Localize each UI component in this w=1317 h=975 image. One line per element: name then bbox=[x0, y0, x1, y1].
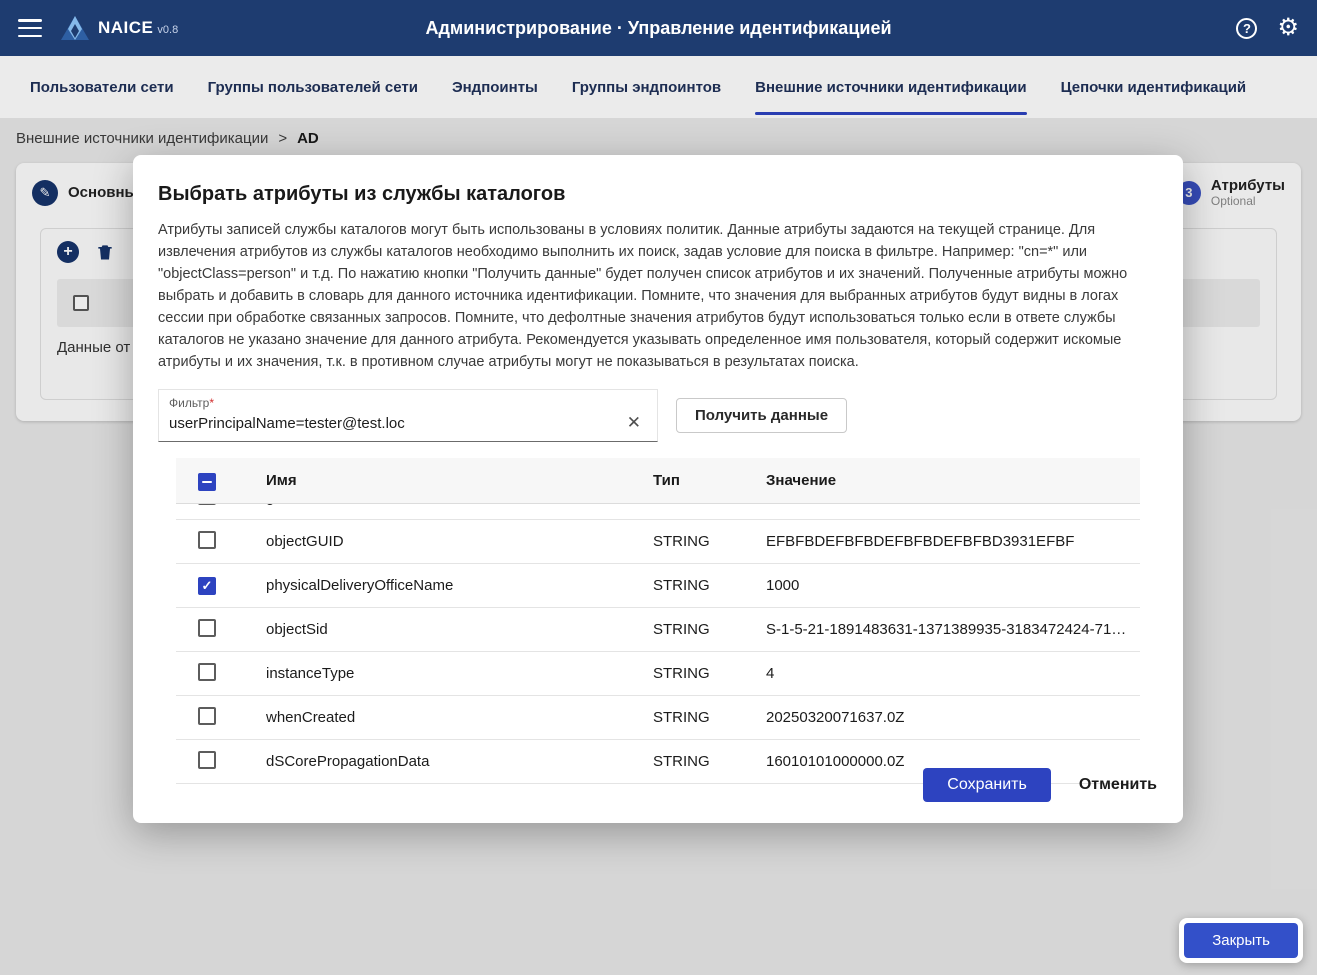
table-row: givenName STRING Tester bbox=[176, 504, 1140, 520]
attr-value: Tester bbox=[766, 504, 1140, 506]
cancel-button[interactable]: Отменить bbox=[1079, 776, 1157, 794]
attributes-table-body[interactable]: givenName STRING Tester objectGUID STRIN… bbox=[176, 504, 1140, 784]
fetch-data-button[interactable]: Получить данные bbox=[676, 398, 847, 433]
dialog-title: Выбрать атрибуты из службы каталогов bbox=[158, 183, 1158, 206]
filter-value[interactable]: userPrincipalName=tester@test.loc bbox=[169, 415, 405, 432]
app-header: NAICE v0.8 Администрирование · Управлени… bbox=[0, 0, 1317, 56]
attr-value: 1000 bbox=[766, 577, 1140, 594]
close-float-container: Закрыть bbox=[1179, 918, 1303, 963]
app-name: NAICE bbox=[98, 18, 153, 38]
table-row: objectSid STRING S-1-5-21-1891483631-137… bbox=[176, 608, 1140, 652]
menu-icon[interactable] bbox=[18, 19, 42, 37]
help-icon[interactable] bbox=[1236, 18, 1257, 39]
attr-name: whenCreated bbox=[266, 709, 653, 726]
attr-name: givenName bbox=[266, 504, 653, 506]
attr-type: STRING bbox=[653, 665, 766, 682]
attr-type: STRING bbox=[653, 621, 766, 638]
row-checkbox[interactable] bbox=[198, 531, 216, 549]
row-checkbox[interactable] bbox=[198, 663, 216, 681]
table-row: whenCreated STRING 20250320071637.0Z bbox=[176, 696, 1140, 740]
attr-type: STRING bbox=[653, 504, 766, 506]
attr-type: STRING bbox=[653, 577, 766, 594]
table-row: physicalDeliveryOfficeName STRING 1000 bbox=[176, 564, 1140, 608]
attr-type: STRING bbox=[653, 533, 766, 550]
attr-value: EFBFBDEFBFBDEFBFBDEFBFBD3931EFBF bbox=[766, 533, 1140, 550]
row-checkbox[interactable] bbox=[198, 707, 216, 725]
row-checkbox[interactable] bbox=[198, 577, 216, 595]
page-title: Администрирование · Управление идентифик… bbox=[0, 18, 1317, 39]
app-brand: NAICE v0.8 bbox=[98, 18, 178, 38]
table-row: objectGUID STRING EFBFBDEFBFBDEFBFBDEFBF… bbox=[176, 520, 1140, 564]
row-checkbox[interactable] bbox=[198, 504, 216, 505]
attr-name: instanceType bbox=[266, 665, 653, 682]
required-asterisk: * bbox=[209, 396, 214, 410]
attr-value: S-1-5-21-1891483631-1371389935-318347242… bbox=[766, 621, 1140, 638]
select-all-checkbox[interactable] bbox=[198, 473, 216, 491]
attr-value: 20250320071637.0Z bbox=[766, 709, 1140, 726]
column-header-value: Значение bbox=[766, 472, 1140, 489]
column-header-type: Тип bbox=[653, 472, 766, 489]
row-checkbox[interactable] bbox=[198, 619, 216, 637]
select-attributes-dialog: Выбрать атрибуты из службы каталогов Атр… bbox=[133, 155, 1183, 823]
attr-name: objectGUID bbox=[266, 533, 653, 550]
attr-name: physicalDeliveryOfficeName bbox=[266, 577, 653, 594]
attr-type: STRING bbox=[653, 709, 766, 726]
table-row: instanceType STRING 4 bbox=[176, 652, 1140, 696]
dialog-description: Атрибуты записей службы каталогов могут … bbox=[158, 219, 1158, 373]
naice-logo-icon bbox=[60, 15, 90, 41]
attr-name: objectSid bbox=[266, 621, 653, 638]
filter-input[interactable]: Фильтр* userPrincipalName=tester@test.lo… bbox=[158, 389, 658, 442]
gear-icon[interactable] bbox=[1277, 16, 1299, 40]
clear-filter-icon[interactable] bbox=[621, 413, 647, 433]
filter-label: Фильтр* bbox=[169, 396, 647, 410]
app-version: v0.8 bbox=[157, 24, 178, 36]
save-button[interactable]: Сохранить bbox=[923, 768, 1051, 802]
attributes-table-header: Имя Тип Значение bbox=[176, 458, 1140, 504]
attr-value: 4 bbox=[766, 665, 1140, 682]
attributes-table: Имя Тип Значение givenName STRING Tester… bbox=[176, 458, 1140, 784]
close-button[interactable]: Закрыть bbox=[1184, 923, 1298, 958]
column-header-name: Имя bbox=[266, 472, 653, 489]
